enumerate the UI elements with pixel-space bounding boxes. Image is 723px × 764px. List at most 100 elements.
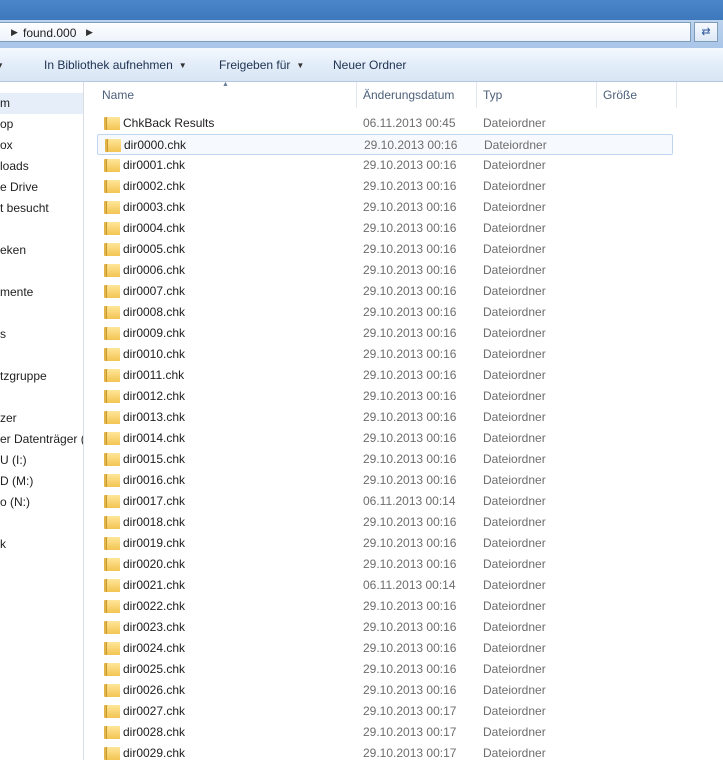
nav-item[interactable]: er Datenträger (C <box>0 429 83 450</box>
file-date: 29.10.2013 00:16 <box>363 641 457 655</box>
file-row[interactable]: dir0024.chk 29.10.2013 00:16 Dateiordner <box>97 638 673 659</box>
column-header-type[interactable]: Typ <box>477 82 597 108</box>
nav-item[interactable]: D (M:) <box>0 471 33 492</box>
file-row[interactable]: dir0005.chk 29.10.2013 00:16 Dateiordner <box>97 239 673 260</box>
file-date: 29.10.2013 00:17 <box>363 746 457 760</box>
file-date: 29.10.2013 00:16 <box>363 557 457 571</box>
file-row[interactable]: dir0022.chk 29.10.2013 00:16 Dateiordner <box>97 596 673 617</box>
file-row[interactable]: dir0021.chk 06.11.2013 00:14 Dateiordner <box>97 575 673 596</box>
file-type: Dateiordner <box>483 410 546 424</box>
address-bar[interactable]: ▶ found.000 ▶ <box>0 22 691 42</box>
file-name: dir0007.chk <box>123 284 186 298</box>
file-name: dir0011.chk <box>123 368 185 382</box>
navigation-pane[interactable]: m op ox loads e Drive t besucht eken mente s tzgr… <box>0 82 84 760</box>
file-name: dir0021.chk <box>123 578 186 592</box>
nav-item[interactable]: t besucht <box>0 198 49 219</box>
nav-item[interactable]: eken <box>0 240 26 261</box>
nav-item[interactable]: k <box>0 534 6 555</box>
folder-icon <box>104 474 120 487</box>
file-row[interactable]: dir0003.chk 29.10.2013 00:16 Dateiordner <box>97 197 673 218</box>
file-name: dir0005.chk <box>123 242 186 256</box>
file-row[interactable]: dir0029.chk 29.10.2013 00:17 Dateiordner <box>97 743 673 764</box>
nav-item[interactable]: e Drive <box>0 177 38 198</box>
chevron-down-icon: ▼ <box>296 61 305 70</box>
file-type: Dateiordner <box>483 452 546 466</box>
file-name: dir0004.chk <box>123 221 186 235</box>
file-row[interactable]: dir0014.chk 29.10.2013 00:16 Dateiordner <box>97 428 673 449</box>
folder-icon <box>104 642 120 655</box>
include-in-library-button[interactable]: In Bibliothek aufnehmen ▼ <box>44 57 187 74</box>
nav-item[interactable]: s <box>0 324 6 345</box>
file-name: dir0029.chk <box>123 746 186 760</box>
file-date: 29.10.2013 00:16 <box>363 221 457 235</box>
file-row[interactable]: dir0010.chk 29.10.2013 00:16 Dateiordner <box>97 344 673 365</box>
file-row[interactable]: dir0028.chk 29.10.2013 00:17 Dateiordner <box>97 722 673 743</box>
file-date: 29.10.2013 00:16 <box>363 536 457 550</box>
breadcrumb-current-folder[interactable]: found.000 <box>23 26 76 40</box>
new-folder-button[interactable]: Neuer Ordner <box>333 57 406 73</box>
nav-item[interactable]: zer <box>0 408 17 429</box>
file-row[interactable]: dir0001.chk 29.10.2013 00:16 Dateiordner <box>97 155 673 176</box>
nav-item[interactable]: mente <box>0 282 33 303</box>
file-row[interactable]: dir0020.chk 29.10.2013 00:16 Dateiordner <box>97 554 673 575</box>
folder-icon <box>104 600 120 613</box>
folder-icon <box>104 411 120 424</box>
nav-item[interactable]: ox <box>0 135 13 156</box>
file-type: Dateiordner <box>483 431 546 445</box>
nav-item[interactable]: loads <box>0 156 29 177</box>
share-with-label: Freigeben für <box>219 58 291 72</box>
refresh-icon: ⇄ <box>701 26 711 38</box>
file-row[interactable]: dir0017.chk 06.11.2013 00:14 Dateiordner <box>97 491 673 512</box>
column-header-date[interactable]: Änderungsdatum <box>357 82 477 108</box>
file-row[interactable]: dir0000.chk 29.10.2013 00:16 Dateiordner <box>97 134 673 155</box>
file-row[interactable]: dir0004.chk 29.10.2013 00:16 Dateiordner <box>97 218 673 239</box>
organize-caret-icon[interactable]: ▼ <box>0 57 4 74</box>
file-name: dir0013.chk <box>123 410 186 424</box>
file-date: 29.10.2013 00:16 <box>363 284 457 298</box>
file-name: dir0015.chk <box>123 452 186 466</box>
column-header-size[interactable]: Größe <box>597 82 677 108</box>
folder-icon <box>104 243 120 256</box>
file-row[interactable]: dir0026.chk 29.10.2013 00:16 Dateiordner <box>97 680 673 701</box>
file-type: Dateiordner <box>483 704 546 718</box>
file-row[interactable]: dir0019.chk 29.10.2013 00:16 Dateiordner <box>97 533 673 554</box>
file-row[interactable]: dir0013.chk 29.10.2013 00:16 Dateiordner <box>97 407 673 428</box>
file-row[interactable]: dir0011.chk 29.10.2013 00:16 Dateiordner <box>97 365 673 386</box>
file-row[interactable]: dir0012.chk 29.10.2013 00:16 Dateiordner <box>97 386 673 407</box>
file-name: dir0018.chk <box>123 515 186 529</box>
breadcrumb-chevron-icon[interactable]: ▶ <box>86 26 93 38</box>
file-row[interactable]: dir0008.chk 29.10.2013 00:16 Dateiordner <box>97 302 673 323</box>
file-type: Dateiordner <box>483 158 546 172</box>
file-name: dir0024.chk <box>123 641 186 655</box>
file-row[interactable]: dir0027.chk 29.10.2013 00:17 Dateiordner <box>97 701 673 722</box>
share-with-button[interactable]: Freigeben für ▼ <box>219 57 304 74</box>
file-row[interactable]: dir0018.chk 29.10.2013 00:16 Dateiordner <box>97 512 673 533</box>
refresh-button[interactable]: ⇄ <box>694 22 718 42</box>
file-date: 29.10.2013 00:16 <box>363 326 457 340</box>
file-row[interactable]: dir0023.chk 29.10.2013 00:16 Dateiordner <box>97 617 673 638</box>
file-row[interactable]: dir0015.chk 29.10.2013 00:16 Dateiordner <box>97 449 673 470</box>
nav-item[interactable]: U (I:) <box>0 450 27 471</box>
nav-item[interactable]: tzgruppe <box>0 366 47 387</box>
file-row[interactable]: dir0006.chk 29.10.2013 00:16 Dateiordner <box>97 260 673 281</box>
file-date: 29.10.2013 00:16 <box>363 620 457 634</box>
breadcrumb-chevron-icon[interactable]: ▶ <box>11 26 18 38</box>
file-row[interactable]: dir0016.chk 29.10.2013 00:16 Dateiordner <box>97 470 673 491</box>
file-row[interactable]: ChkBack Results 06.11.2013 00:45 Dateiordn… <box>97 113 673 134</box>
folder-icon <box>104 201 120 214</box>
chevron-down-icon: ▼ <box>178 61 187 70</box>
file-row[interactable]: dir0007.chk 29.10.2013 00:16 Dateiordner <box>97 281 673 302</box>
nav-item[interactable]: op <box>0 114 13 135</box>
file-name: ChkBack Results <box>123 116 215 130</box>
file-row[interactable]: dir0025.chk 29.10.2013 00:16 Dateiordner <box>97 659 673 680</box>
folder-icon <box>104 159 120 172</box>
file-row[interactable]: dir0009.chk 29.10.2013 00:16 Dateiordner <box>97 323 673 344</box>
folder-icon <box>104 579 120 592</box>
file-row[interactable]: dir0002.chk 29.10.2013 00:16 Dateiordner <box>97 176 673 197</box>
file-date: 29.10.2013 00:16 <box>363 368 457 382</box>
file-name: dir0006.chk <box>123 263 186 277</box>
nav-item[interactable]: o (N:) <box>0 492 30 513</box>
nav-item[interactable]: m <box>0 93 83 114</box>
file-type: Dateiordner <box>483 473 546 487</box>
file-name: dir0000.chk <box>124 138 187 152</box>
